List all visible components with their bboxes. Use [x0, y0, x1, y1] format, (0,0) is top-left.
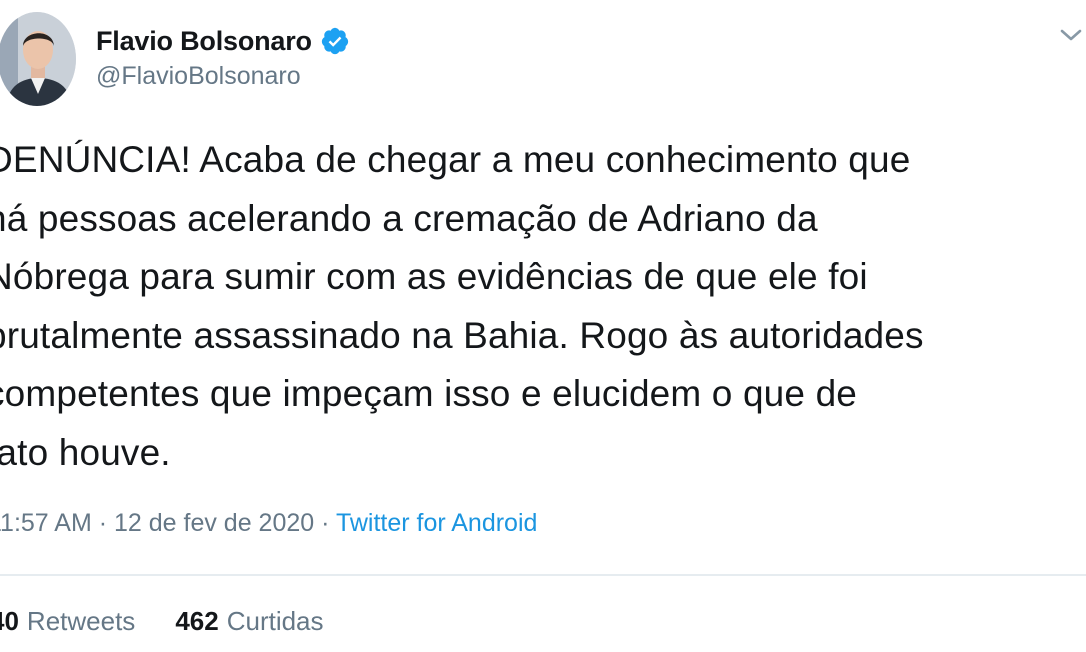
divider [0, 574, 1086, 576]
tweet-metadata: 11:57 AM · 12 de fev de 2020 · Twitter f… [0, 509, 537, 538]
tweet-text-line: há pessoas acelerando a cremação de Adri… [0, 197, 818, 239]
tweet-date[interactable]: 12 de fev de 2020 [114, 509, 314, 537]
chevron-down-icon[interactable] [1054, 22, 1086, 48]
tweet-text-line: Nóbrega para sumir com as evidências de … [0, 256, 868, 297]
retweets-count: 40 [0, 606, 19, 636]
tweet-text: DENÚNCIA! Acaba de chegar a meu conhecim… [0, 131, 1086, 482]
tweet-text-line: competentes que impeçam isso e elucidem … [0, 373, 858, 414]
likes-stat[interactable]: 462 Curtidas [175, 606, 323, 637]
retweets-stat[interactable]: 40 Retweets [0, 606, 135, 637]
author-display-name[interactable]: Flavio Bolsonaro [96, 26, 312, 57]
meta-separator: · [91, 509, 114, 537]
tweet-stats: 40 Retweets 462 Curtidas [0, 606, 324, 637]
meta-separator: · [314, 509, 336, 537]
tweet-time[interactable]: 11:57 AM [0, 509, 92, 537]
author-name-row: Flavio Bolsonaro [96, 22, 350, 60]
avatar-image [0, 12, 76, 106]
author-handle[interactable]: @FlavioBolsonaro [96, 62, 301, 91]
retweets-label: Retweets [26, 606, 136, 636]
likes-label: Curtidas [226, 606, 324, 636]
tweet-text-line: fato houve. [0, 431, 171, 473]
tweet-text-line: DENÚNCIA! Acaba de chegar a meu conhecim… [0, 139, 911, 180]
tweet-text-line: brutalmente assassinado na Bahia. Rogo à… [0, 314, 924, 356]
avatar[interactable] [0, 12, 76, 106]
verified-badge-icon [320, 26, 350, 56]
likes-count: 462 [175, 606, 219, 636]
tweet-source-link[interactable]: Twitter for Android [336, 509, 537, 537]
